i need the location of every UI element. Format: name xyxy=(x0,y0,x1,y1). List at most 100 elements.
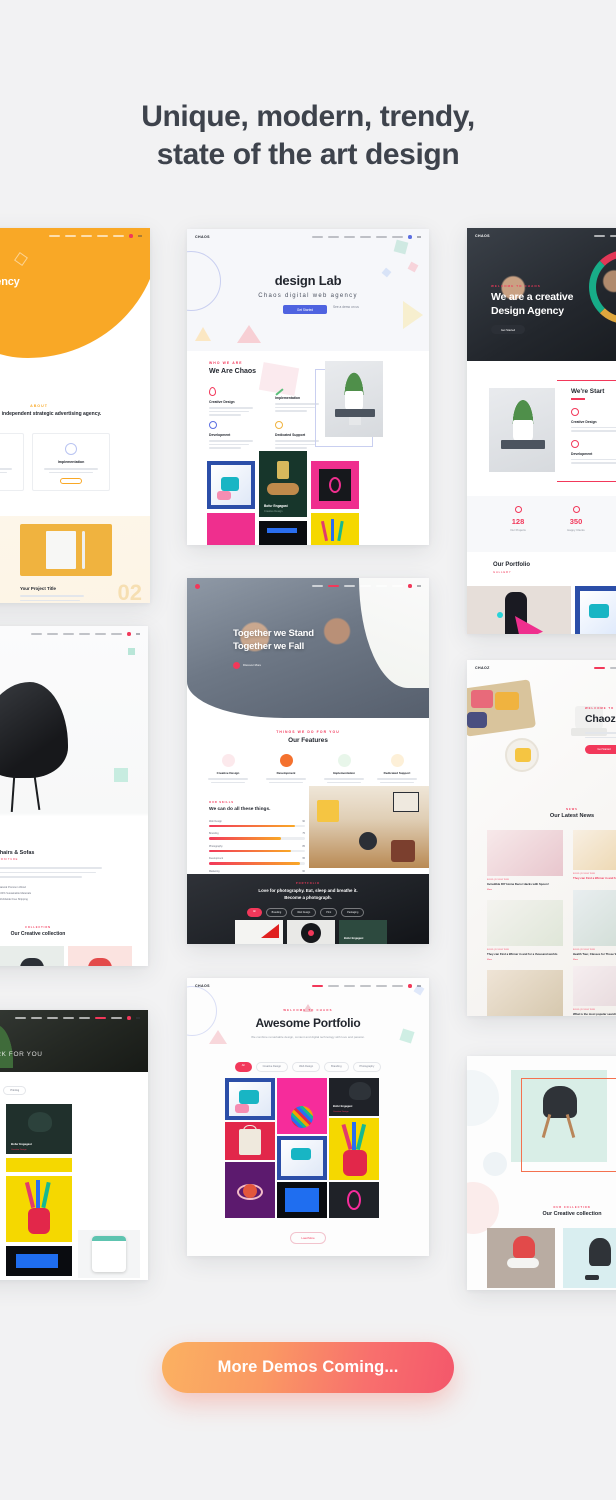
filter-tab[interactable]: Web Design xyxy=(291,908,317,917)
nav-awesome-portfolio[interactable]: CHAOS xyxy=(187,978,429,994)
portfolio-tile[interactable]: Bofur Engagast Creative Design xyxy=(6,1104,72,1154)
nav-our-work[interactable] xyxy=(0,1010,148,1026)
filter-tab[interactable]: Photography xyxy=(352,1062,382,1072)
filter-tabs[interactable]: All Branding Web Design Printing xyxy=(0,1086,27,1095)
filter-tab[interactable]: All xyxy=(247,908,262,917)
nav-item[interactable] xyxy=(312,584,324,588)
feature-item[interactable]: Creative Design xyxy=(201,754,255,784)
cart-icon[interactable] xyxy=(408,584,412,588)
nav-item[interactable] xyxy=(594,234,605,238)
project-image[interactable] xyxy=(20,524,112,576)
filter-tabs[interactable]: All Branding Web Design Print Packaging xyxy=(247,908,365,917)
menu-icon[interactable] xyxy=(416,984,421,988)
nav-food-blog[interactable]: CHAOZ xyxy=(467,660,616,676)
nav-item[interactable] xyxy=(63,632,75,636)
nav-item[interactable] xyxy=(344,584,356,588)
portfolio-tile[interactable]: Bofur Engagast xyxy=(339,920,387,944)
portfolio-tile[interactable]: Bofur Engagast Creative Design xyxy=(329,1078,379,1116)
demo-card-chair-shop[interactable]: a creative chair Chairs & Sofas FURNITUR… xyxy=(0,626,148,966)
more-demos-button[interactable]: More Demos Coming... xyxy=(161,1342,455,1393)
demo-card-corporate[interactable]: Together we Stand Together we Fall Disco… xyxy=(187,578,429,944)
nav-creative-agency[interactable]: CHAOS xyxy=(0,228,150,244)
portfolio-tile[interactable] xyxy=(311,461,359,509)
feature-item[interactable]: Development xyxy=(209,421,257,449)
nav-item[interactable] xyxy=(360,984,372,988)
play-icon[interactable] xyxy=(233,661,240,669)
menu-icon[interactable] xyxy=(135,1016,140,1020)
demo-card-creative-agency[interactable]: CHAOS creative agency ABOUT We are an i xyxy=(0,228,150,603)
post-more-link[interactable]: More xyxy=(573,959,616,961)
nav-item[interactable] xyxy=(31,1016,43,1020)
nav-item[interactable] xyxy=(392,984,404,988)
nav-item[interactable] xyxy=(610,234,616,238)
nav-item[interactable] xyxy=(65,234,77,238)
nav-item[interactable] xyxy=(376,235,388,239)
menu-icon[interactable] xyxy=(416,235,421,239)
filter-tab[interactable]: Branding xyxy=(324,1062,349,1072)
demo-card-chair-detail[interactable]: Chairs & Sofas FURNITURE Natural Premium… xyxy=(467,1056,616,1290)
portfolio-tile[interactable] xyxy=(287,920,335,944)
portfolio-tile[interactable] xyxy=(225,1162,275,1218)
hero-cta-button[interactable]: Discover More xyxy=(243,663,261,667)
filter-tab[interactable]: Branding xyxy=(265,908,288,917)
nav-chair-shop[interactable] xyxy=(0,626,148,642)
nav-item[interactable] xyxy=(360,235,372,239)
cart-icon[interactable] xyxy=(129,234,133,238)
portfolio-tile[interactable]: Bofur Engagast Creative Design xyxy=(259,451,307,517)
nav-item[interactable] xyxy=(328,984,340,988)
project-row[interactable]: Your Project Title xyxy=(20,586,90,602)
cart-icon[interactable] xyxy=(408,984,412,988)
nav-item[interactable] xyxy=(594,666,605,670)
post-card[interactable]: FOOD | 12 JULY 2019 Incredible DIY Home … xyxy=(487,830,563,891)
project-row[interactable]: Your Project Title xyxy=(0,528,8,548)
portfolio-tile[interactable] xyxy=(6,1246,72,1276)
nav-item[interactable] xyxy=(376,584,388,588)
post-more-link[interactable]: More xyxy=(487,959,563,961)
nav-corporate[interactable] xyxy=(187,578,429,594)
nav-item[interactable] xyxy=(344,984,356,988)
nav-item[interactable] xyxy=(360,584,372,588)
nav-item[interactable] xyxy=(610,666,616,670)
nav-design-agency[interactable]: CHAOS xyxy=(467,228,616,244)
product-tile[interactable] xyxy=(487,1228,555,1288)
feature-item[interactable]: Creative Design xyxy=(209,387,257,416)
post-card[interactable]: FOOD | 12 JULY 2019 Health Tour, Classes… xyxy=(573,890,616,961)
portfolio-tile[interactable] xyxy=(329,1118,379,1180)
nav-item[interactable] xyxy=(97,234,109,238)
menu-icon[interactable] xyxy=(416,584,421,588)
portfolio-tile[interactable] xyxy=(6,1176,72,1242)
portfolio-tile[interactable] xyxy=(207,461,255,509)
portfolio-tile[interactable] xyxy=(235,920,283,944)
post-card[interactable]: FOOD | 12 JULY 2019 The Ten Fruits Desse… xyxy=(487,970,563,1016)
cart-icon[interactable] xyxy=(127,632,131,636)
demo-card-our-work[interactable]: Our Work ALL THE HARD WORK FOR YOU All B… xyxy=(0,1010,148,1280)
portfolio-tile[interactable] xyxy=(225,1078,275,1120)
nav-item[interactable] xyxy=(392,235,404,239)
nav-item[interactable] xyxy=(47,1016,59,1020)
post-more-link[interactable]: More xyxy=(487,889,563,891)
nav-item[interactable] xyxy=(63,1016,75,1020)
nav-design-lab[interactable]: CHAOS xyxy=(187,229,429,245)
portfolio-tile[interactable] xyxy=(329,1182,379,1218)
portfolio-tile[interactable] xyxy=(225,1122,275,1160)
nav-item[interactable] xyxy=(79,1016,91,1020)
hero-link[interactable]: See a demo on us xyxy=(333,305,359,309)
nav-item[interactable] xyxy=(81,234,93,238)
feature-item[interactable]: Implementation xyxy=(317,754,371,784)
nav-item[interactable] xyxy=(111,632,123,636)
nav-item[interactable] xyxy=(111,1016,123,1020)
demo-card-awesome-portfolio[interactable]: CHAOS WELCOME TO CHAOS Awesome Portfolio… xyxy=(187,978,429,1256)
nav-item[interactable] xyxy=(15,1016,27,1020)
portfolio-tile[interactable] xyxy=(467,586,571,634)
filter-tab[interactable]: Printing xyxy=(3,1086,27,1095)
post-card[interactable]: FOOD | 12 JULY 2019 They can Find a Winn… xyxy=(573,830,616,881)
post-card[interactable]: FOOD | 12 JULY 2019 They can Find a Winn… xyxy=(487,900,563,961)
nav-item[interactable] xyxy=(47,632,59,636)
load-more-button[interactable]: Load More xyxy=(290,1232,326,1244)
filter-tab[interactable]: Web Design xyxy=(292,1062,321,1072)
menu-icon[interactable] xyxy=(135,632,140,636)
product-tile[interactable] xyxy=(563,1228,616,1288)
portfolio-tile[interactable] xyxy=(277,1182,327,1218)
demo-card-food-blog[interactable]: CHAOZ WELCOME TO Chaoz foo xyxy=(467,660,616,1016)
feature-card[interactable]: Implementation xyxy=(32,433,110,491)
